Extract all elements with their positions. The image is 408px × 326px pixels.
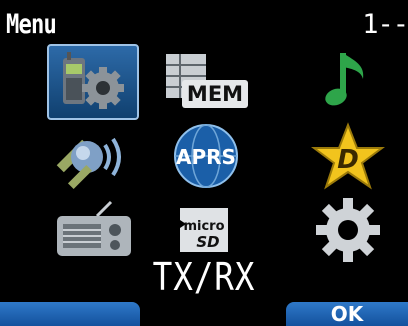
menu-item-audio[interactable]: [302, 44, 394, 120]
gear-icon: [316, 198, 380, 262]
page-indicator: 1--: [362, 9, 408, 40]
menu-item-satellite[interactable]: [47, 118, 139, 194]
ok-softkey[interactable]: OK: [286, 302, 408, 326]
menu-title: Menu: [6, 9, 57, 40]
radio-gear-icon: [63, 52, 124, 109]
menu-item-memory[interactable]: MEM: [160, 44, 252, 120]
satellite-icon: [56, 137, 121, 190]
microsd-card-icon: micro SD: [180, 208, 228, 252]
menu-screen: Menu 1-- MEM APRS D micro SD TX/RX OK: [0, 0, 408, 326]
radio-receiver-icon: [57, 200, 131, 256]
dstar-icon: D: [311, 122, 385, 190]
menu-item-aprs[interactable]: APRS: [160, 118, 252, 194]
dstar-badge: D: [337, 145, 359, 175]
microsd-badge-bottom: SD: [196, 233, 219, 251]
softkey-left[interactable]: [0, 302, 140, 326]
aprs-globe-icon: APRS: [174, 124, 238, 188]
memory-table-icon: MEM: [166, 54, 248, 108]
aprs-badge: APRS: [176, 145, 236, 169]
music-note-icon: [325, 53, 364, 106]
menu-item-radio-settings[interactable]: [47, 44, 139, 120]
memory-badge: MEM: [187, 82, 243, 106]
selected-item-label: TX/RX: [152, 255, 256, 299]
menu-item-dstar[interactable]: D: [302, 118, 394, 194]
microsd-badge-top: micro: [183, 219, 224, 234]
